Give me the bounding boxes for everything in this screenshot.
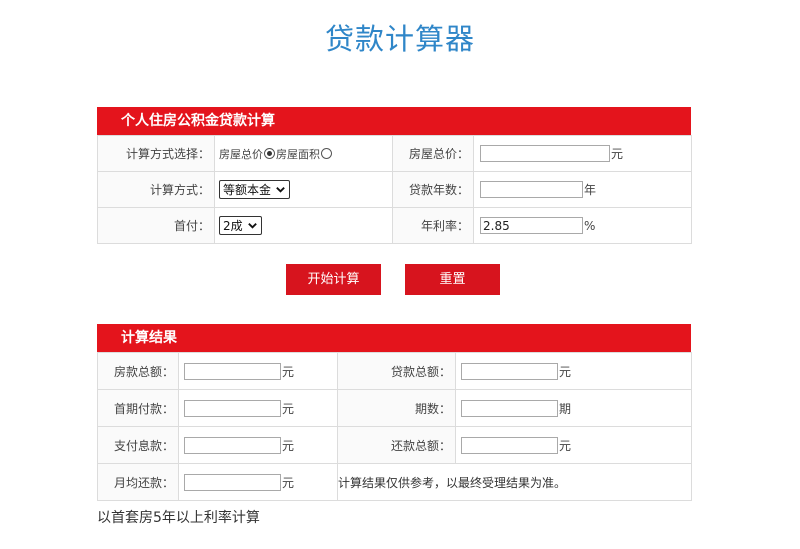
interest-field[interactable] bbox=[184, 436, 281, 454]
result-label: 首期付款： bbox=[97, 389, 179, 427]
result-label: 贷款总额： bbox=[337, 352, 456, 390]
repayment-total-field[interactable] bbox=[461, 436, 558, 454]
radio-area-label[interactable]: 房屋面积 bbox=[276, 146, 320, 162]
loan-form-row: 计算方式： 等额本金 贷款年数： 年 bbox=[97, 171, 692, 208]
loan-amount-field[interactable] bbox=[461, 362, 558, 380]
reset-button[interactable]: 重置 bbox=[405, 264, 500, 295]
method-label: 计算方式： bbox=[97, 171, 215, 208]
house-total-input[interactable] bbox=[480, 145, 610, 162]
loan-section-header: 个人住房公积金贷款计算 bbox=[97, 107, 691, 135]
result-section: 计算结果 房款总额： 元 贷款总额： 元 首期付款： 元 期数： 期 支付息款：… bbox=[97, 324, 692, 501]
down-payment-cell: 2成 bbox=[214, 207, 393, 244]
result-label: 房款总额： bbox=[97, 352, 179, 390]
monthly-cell: 元 bbox=[178, 463, 338, 501]
result-unit: 元 bbox=[559, 438, 572, 453]
calc-mode-label: 计算方式选择： bbox=[97, 135, 215, 172]
method-select[interactable]: 等额本金 bbox=[219, 180, 291, 199]
result-row: 首期付款： 元 期数： 期 bbox=[97, 389, 692, 427]
monthly-payment-field[interactable] bbox=[184, 473, 281, 491]
page-title: 贷款计算器 bbox=[324, 22, 475, 56]
result-cell: 元 bbox=[178, 389, 338, 427]
result-cell: 元 bbox=[178, 352, 338, 390]
result-unit: 元 bbox=[282, 401, 295, 416]
result-cell: 元 bbox=[455, 426, 692, 464]
rate-cell: % bbox=[473, 207, 692, 244]
result-label: 支付息款： bbox=[97, 426, 179, 464]
result-cell: 期 bbox=[455, 389, 692, 427]
years-label: 贷款年数： bbox=[392, 171, 474, 208]
down-payment-label: 首付： bbox=[97, 207, 215, 244]
chevron-down-icon bbox=[276, 187, 285, 193]
loan-form-table: 计算方式选择： 房屋总价 房屋面积 房屋总价： 元 计算方式： 等额本金 贷款年… bbox=[97, 135, 692, 244]
periods-field[interactable] bbox=[461, 399, 558, 417]
house-total-unit: 元 bbox=[611, 147, 624, 161]
result-label: 期数： bbox=[337, 389, 456, 427]
rate-label: 年利率： bbox=[392, 207, 474, 244]
calc-mode-cell: 房屋总价 房屋面积 bbox=[214, 135, 393, 172]
house-amount-field[interactable] bbox=[184, 362, 281, 380]
result-unit: 元 bbox=[559, 364, 572, 379]
years-cell: 年 bbox=[473, 171, 692, 208]
down-payment-select[interactable]: 2成 bbox=[219, 216, 262, 235]
house-total-cell: 元 bbox=[473, 135, 692, 172]
result-label: 还款总额： bbox=[337, 426, 456, 464]
result-cell: 元 bbox=[455, 352, 692, 390]
result-unit: 元 bbox=[282, 364, 295, 379]
result-section-header: 计算结果 bbox=[97, 324, 691, 352]
loan-section: 个人住房公积金贷款计算 计算方式选择： 房屋总价 房屋面积 房屋总价： 元 计算… bbox=[97, 107, 692, 244]
radio-total-price-label[interactable]: 房屋总价 bbox=[219, 146, 263, 162]
result-cell: 元 bbox=[178, 426, 338, 464]
radio-total-price[interactable] bbox=[264, 148, 275, 159]
result-note: 计算结果仅供参考，以最终受理结果为准。 bbox=[337, 463, 692, 501]
result-row: 支付息款： 元 还款总额： 元 bbox=[97, 426, 692, 464]
calc-mode-radio-group: 房屋总价 房屋面积 bbox=[219, 146, 333, 162]
rate-unit: % bbox=[584, 218, 596, 233]
years-unit: 年 bbox=[584, 183, 597, 197]
radio-area[interactable] bbox=[321, 148, 332, 159]
result-table: 房款总额： 元 贷款总额： 元 首期付款： 元 期数： 期 支付息款： 元 还款… bbox=[97, 352, 692, 501]
chevron-down-icon bbox=[247, 223, 257, 229]
monthly-label: 月均还款： bbox=[97, 463, 179, 501]
rate-input[interactable] bbox=[480, 217, 583, 234]
down-payment-select-value: 2成 bbox=[223, 219, 243, 233]
result-row: 月均还款： 元 计算结果仅供参考，以最终受理结果为准。 bbox=[97, 463, 692, 501]
house-total-label: 房屋总价： bbox=[392, 135, 474, 172]
start-calculation-button[interactable]: 开始计算 bbox=[286, 264, 381, 295]
result-row: 房款总额： 元 贷款总额： 元 bbox=[97, 352, 692, 390]
rate-footnote: 以首套房5年以上利率计算 bbox=[97, 510, 260, 526]
loan-form-row: 计算方式选择： 房屋总价 房屋面积 房屋总价： 元 bbox=[97, 135, 692, 172]
years-input[interactable] bbox=[480, 181, 583, 198]
method-cell: 等额本金 bbox=[214, 171, 393, 208]
result-unit: 元 bbox=[282, 438, 295, 453]
monthly-unit: 元 bbox=[282, 475, 295, 490]
method-select-value: 等额本金 bbox=[223, 183, 272, 197]
loan-form-row: 首付： 2成 年利率： % bbox=[97, 207, 692, 244]
result-unit: 期 bbox=[559, 401, 572, 416]
down-payment-field[interactable] bbox=[184, 399, 281, 417]
